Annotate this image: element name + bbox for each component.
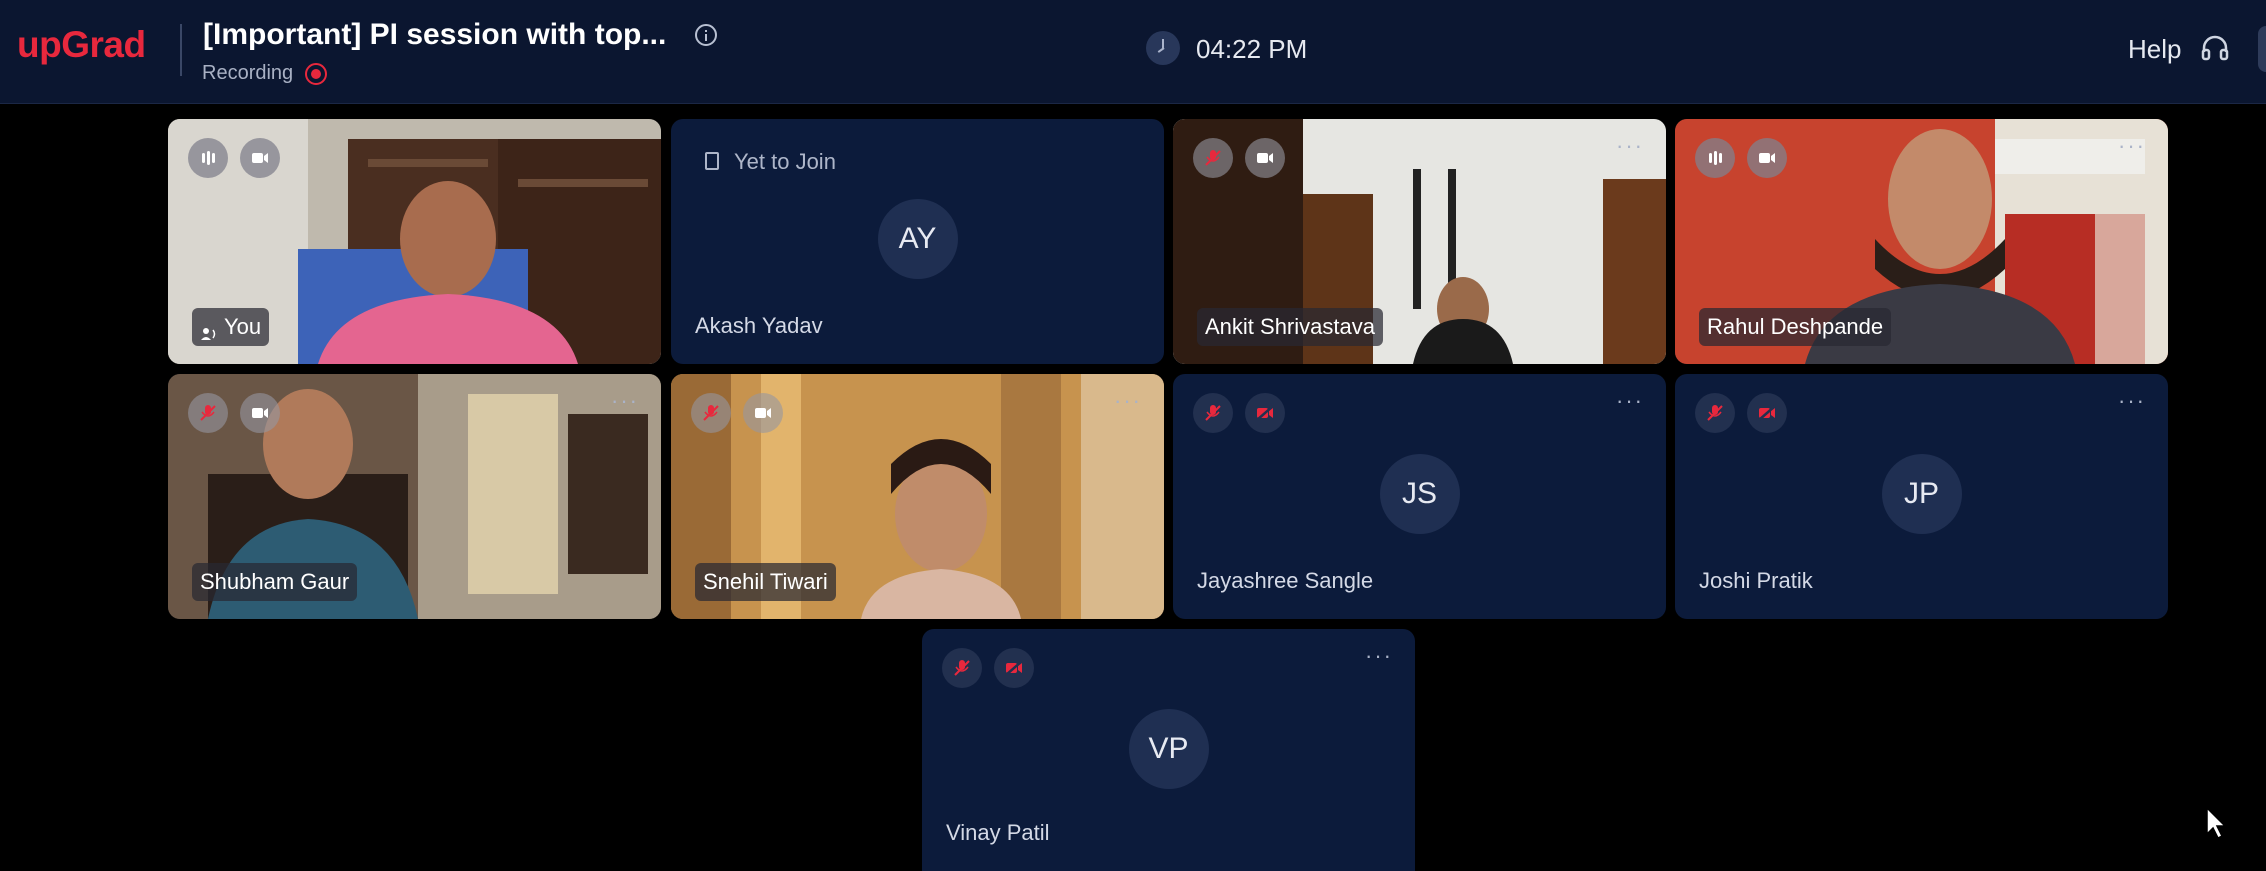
session-title: [Important] PI session with top...: [203, 18, 667, 51]
mic-muted-icon: [1193, 393, 1233, 433]
clock-icon: [1146, 31, 1180, 65]
camera-icon[interactable]: [240, 393, 280, 433]
participant-tile-snehil-tiwari[interactable]: ··· Snehil Tiwari: [671, 374, 1164, 619]
recording-label: Recording: [202, 62, 294, 84]
header-divider: [180, 24, 182, 76]
help-button[interactable]: Help: [2128, 34, 2181, 65]
mic-muted-icon: [691, 393, 731, 433]
info-icon[interactable]: [695, 24, 717, 46]
avatar: JP: [1881, 454, 1962, 534]
participant-name: You: [192, 308, 270, 346]
camera-off-icon[interactable]: [1747, 393, 1787, 433]
participant-name: Snehil Tiwari: [695, 563, 836, 601]
more-options-icon[interactable]: ···: [1616, 390, 1644, 412]
participant-tile-rahul-deshpande[interactable]: ··· Rahul Deshpande: [1675, 119, 2168, 364]
camera-icon[interactable]: [1747, 138, 1787, 178]
more-options-icon[interactable]: ···: [611, 390, 639, 412]
more-options-icon[interactable]: ···: [2118, 135, 2146, 157]
join-status: Yet to Join: [734, 149, 836, 174]
participant-name: Joshi Pratik: [1699, 568, 1813, 593]
audio-level-icon: [188, 138, 228, 178]
recording-indicator-icon: [305, 63, 327, 85]
mouse-cursor-icon: [2206, 806, 2227, 840]
participant-tile-jayashree-sangle[interactable]: ··· JS Jayashree Sangle: [1173, 374, 1666, 619]
camera-off-icon[interactable]: [1245, 393, 1285, 433]
participant-name: Shubham Gaur: [192, 563, 358, 601]
avatar: VP: [1128, 709, 1209, 789]
more-options-icon[interactable]: ···: [1114, 390, 1142, 412]
speaker-icon: [200, 321, 218, 341]
participant-tile-you[interactable]: You: [168, 119, 661, 364]
participant-tile-akash-yadav[interactable]: Yet to Join AY Akash Yadav: [671, 119, 1164, 364]
more-options-icon[interactable]: ···: [1365, 645, 1393, 667]
participant-name: Jayashree Sangle: [1197, 568, 1374, 593]
camera-icon[interactable]: [743, 393, 783, 433]
participant-name-text: You: [224, 314, 262, 339]
mic-muted-icon: [1695, 393, 1735, 433]
camera-icon[interactable]: [240, 138, 280, 178]
mic-muted-icon: [188, 393, 228, 433]
menu-toggle-button[interactable]: [2258, 26, 2266, 72]
participant-tile-shubham-gaur[interactable]: ··· Shubham Gaur: [168, 374, 661, 619]
avatar: AY: [877, 199, 958, 279]
more-options-icon[interactable]: ···: [2118, 390, 2146, 412]
participant-tile-ankit-shrivastava[interactable]: ··· Ankit Shrivastava: [1173, 119, 1666, 364]
participant-tile-vinay-patil[interactable]: ··· VP Vinay Patil: [922, 629, 1415, 871]
participant-name: Akash Yadav: [695, 313, 823, 338]
participant-name: Vinay Patil: [946, 820, 1050, 845]
exit-door-icon: [705, 152, 719, 170]
more-options-icon[interactable]: ···: [1616, 135, 1644, 157]
session-time: 04:22 PM: [1196, 34, 1308, 64]
mic-muted-icon: [1193, 138, 1233, 178]
upgrad-logo: upGrad: [17, 24, 146, 65]
participant-tile-joshi-pratik[interactable]: ··· JP Joshi Pratik: [1675, 374, 2168, 619]
avatar: JS: [1379, 454, 1460, 534]
participant-name: Rahul Deshpande: [1699, 308, 1892, 346]
camera-off-icon[interactable]: [994, 648, 1034, 688]
headset-icon[interactable]: [2200, 34, 2230, 64]
top-bar: upGrad [Important] PI session with top..…: [0, 0, 2266, 104]
mic-muted-icon: [942, 648, 982, 688]
camera-icon[interactable]: [1245, 138, 1285, 178]
audio-level-icon: [1695, 138, 1735, 178]
participant-name: Ankit Shrivastava: [1197, 308, 1383, 346]
